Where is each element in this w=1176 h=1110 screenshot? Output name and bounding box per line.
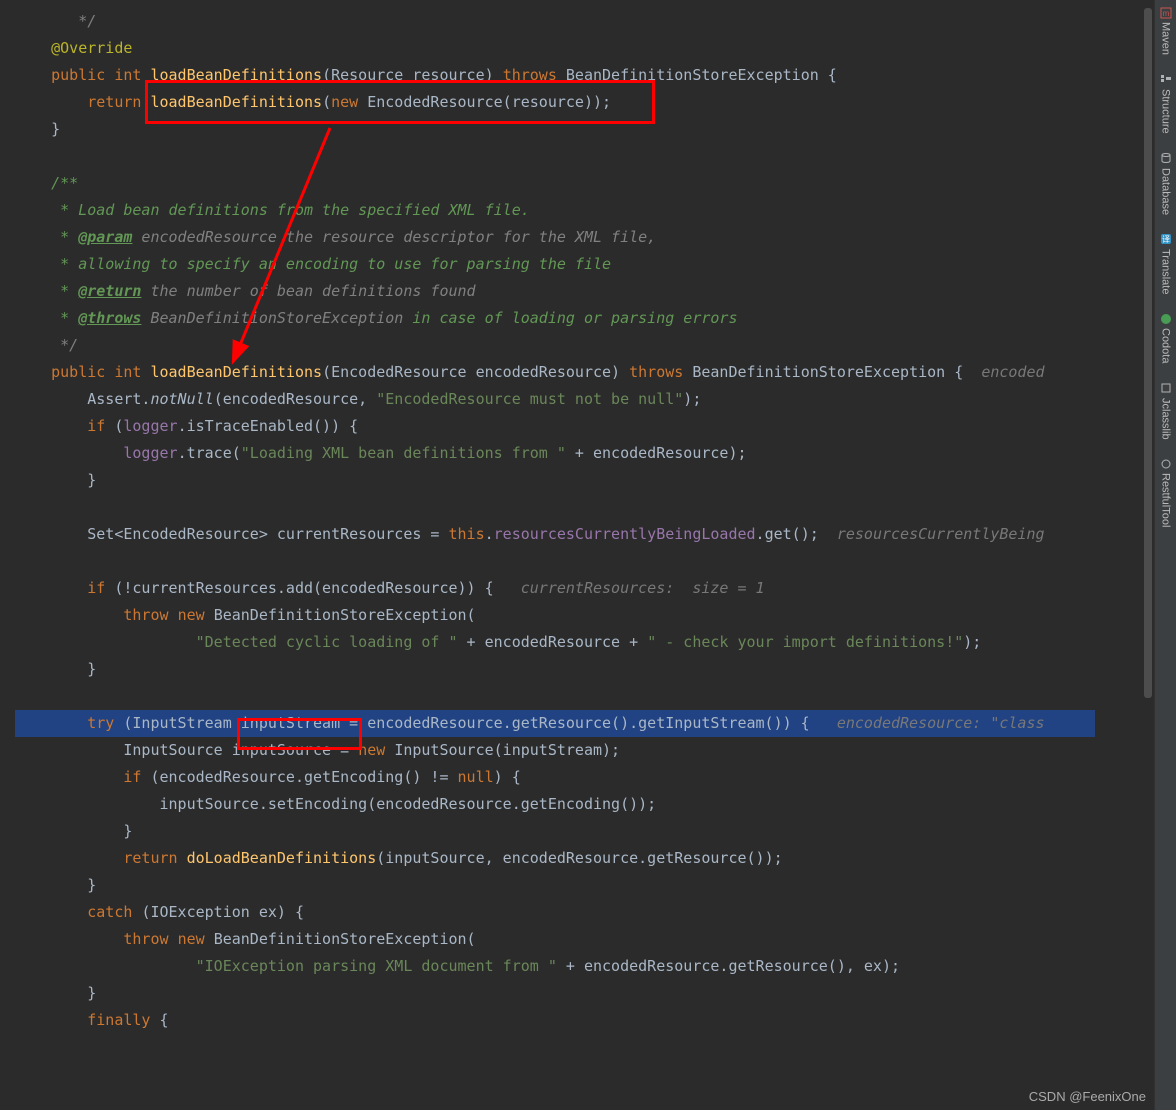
scrollbar-thumb[interactable] xyxy=(1144,8,1152,698)
svg-text:m: m xyxy=(1162,9,1169,18)
code-line: throw new BeanDefinitionStoreException( xyxy=(15,602,1095,629)
right-tool-window-bar: m Maven Structure Database 译 Translate C… xyxy=(1154,0,1176,1110)
highlighted-code-line: try (InputStream inputStream = encodedRe… xyxy=(15,710,1095,737)
translate-icon: 译 xyxy=(1159,233,1172,246)
code-line: * @return the number of bean definitions… xyxy=(15,278,1095,305)
tool-window-translate[interactable]: 译 Translate xyxy=(1159,231,1172,296)
code-line: "IOException parsing XML document from "… xyxy=(15,953,1095,980)
code-line: */ xyxy=(15,8,1095,35)
code-line: inputSource.setEncoding(encodedResource.… xyxy=(15,791,1095,818)
code-line xyxy=(15,143,1095,170)
code-line: * @throws BeanDefinitionStoreException i… xyxy=(15,305,1095,332)
code-line: "Detected cyclic loading of " + encodedR… xyxy=(15,629,1095,656)
code-line: } xyxy=(15,467,1095,494)
tool-window-restfultool[interactable]: RestfulTool xyxy=(1159,455,1172,529)
code-line: /** xyxy=(15,170,1095,197)
code-line: Assert.notNull(encodedResource, "Encoded… xyxy=(15,386,1095,413)
code-line: InputSource inputSource = new InputSourc… xyxy=(15,737,1095,764)
code-line: @Override xyxy=(15,35,1095,62)
code-line: catch (IOException ex) { xyxy=(15,899,1095,926)
code-line: return doLoadBeanDefinitions(inputSource… xyxy=(15,845,1095,872)
code-line: if (logger.isTraceEnabled()) { xyxy=(15,413,1095,440)
code-line: * @param encodedResource the resource de… xyxy=(15,224,1095,251)
code-line: if (!currentResources.add(encodedResourc… xyxy=(15,575,1095,602)
structure-icon xyxy=(1159,73,1172,86)
codota-icon xyxy=(1159,312,1172,325)
code-editor[interactable]: */ @Override public int loadBeanDefiniti… xyxy=(0,0,1095,1110)
code-line: if (encodedResource.getEncoding() != nul… xyxy=(15,764,1095,791)
restfultool-icon xyxy=(1159,457,1172,470)
watermark: CSDN @FeenixOne xyxy=(1029,1089,1146,1104)
code-line xyxy=(15,548,1095,575)
code-line: } xyxy=(15,872,1095,899)
tool-window-database[interactable]: Database xyxy=(1159,150,1172,217)
code-line: return loadBeanDefinitions(new EncodedRe… xyxy=(15,89,1095,116)
maven-icon: m xyxy=(1159,6,1172,19)
code-line: throw new BeanDefinitionStoreException( xyxy=(15,926,1095,953)
code-line: public int loadBeanDefinitions(Resource … xyxy=(15,62,1095,89)
code-line xyxy=(15,494,1095,521)
tool-window-maven[interactable]: m Maven xyxy=(1159,4,1172,57)
tool-window-codota[interactable]: Codota xyxy=(1159,310,1172,365)
database-icon xyxy=(1159,152,1172,165)
code-line: * Load bean definitions from the specifi… xyxy=(15,197,1095,224)
code-line: } xyxy=(15,980,1095,1007)
code-line: finally { xyxy=(15,1007,1095,1034)
tool-window-jclasslib[interactable]: Jclasslib xyxy=(1159,380,1172,442)
code-line: * allowing to specify an encoding to use… xyxy=(15,251,1095,278)
jclasslib-icon xyxy=(1159,382,1172,395)
code-line: } xyxy=(15,656,1095,683)
vertical-scrollbar[interactable] xyxy=(1142,0,1154,1110)
code-line: Set<EncodedResource> currentResources = … xyxy=(15,521,1095,548)
svg-text:译: 译 xyxy=(1162,235,1170,244)
code-line: } xyxy=(15,116,1095,143)
code-line: } xyxy=(15,818,1095,845)
code-line: logger.trace("Loading XML bean definitio… xyxy=(15,440,1095,467)
code-line: */ xyxy=(15,332,1095,359)
code-line xyxy=(15,683,1095,710)
code-line: public int loadBeanDefinitions(EncodedRe… xyxy=(15,359,1095,386)
tool-window-structure[interactable]: Structure xyxy=(1159,71,1172,136)
